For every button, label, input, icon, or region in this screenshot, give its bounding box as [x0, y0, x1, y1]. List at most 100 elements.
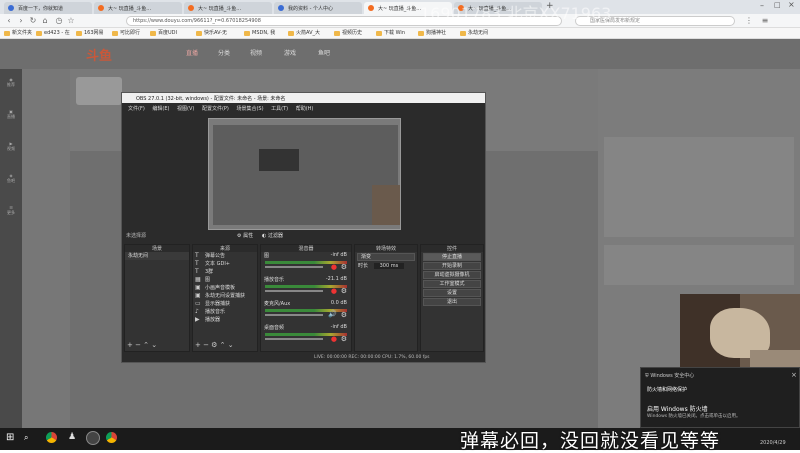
channel-settings-icon[interactable]: ⚙ — [341, 311, 347, 319]
bookmark-item[interactable]: 狗播神社 — [418, 29, 446, 38]
bookmark-item[interactable]: 百度UDI — [150, 29, 177, 38]
close-icon[interactable]: × — [788, 0, 795, 9]
obs-preview[interactable] — [208, 118, 401, 230]
obs-taskbar-icon[interactable] — [86, 431, 100, 445]
filters-button[interactable]: ◐ 过滤器 — [262, 232, 283, 239]
bookmark-item[interactable]: 永劫无间 — [460, 29, 488, 38]
nav-category[interactable]: 分类 — [218, 48, 230, 57]
start-icon[interactable]: ⊞ — [6, 433, 16, 443]
star-icon[interactable]: ☆ — [66, 16, 76, 26]
menu-file[interactable]: 文件(F) — [128, 105, 145, 112]
menu-tools[interactable]: 工具(T) — [271, 105, 288, 112]
qq-icon[interactable]: ♟ — [68, 432, 76, 442]
minimize-icon[interactable]: – — [760, 1, 764, 10]
channel-settings-icon[interactable]: ⚙ — [341, 335, 347, 343]
settings-button[interactable]: 设置 — [423, 289, 481, 297]
extensions-icon[interactable]: ⋮ — [744, 16, 754, 26]
home-icon[interactable]: ⌂ — [40, 16, 50, 26]
source-item[interactable]: T 文本 GDI+ — [193, 260, 257, 268]
stream-watermark: 16901783 北京XX71963 — [420, 4, 612, 23]
bookmark-item[interactable]: ed423 - 在 — [36, 29, 70, 38]
source-item[interactable]: ▦ 图 — [193, 276, 257, 284]
nav-video[interactable]: 视频 — [250, 48, 262, 57]
sidebar-item[interactable]: ◉ 推荐 — [3, 77, 19, 93]
source-controls[interactable]: + − ⚙ ⌃ ⌄ — [195, 341, 234, 349]
transition-duration: 时长 300 ms — [355, 262, 417, 270]
controls-dock: 控件 停止直播 开始录制 启动虚拟摄像机 工作室模式 设置 退出 — [420, 244, 484, 352]
volume-slider[interactable] — [265, 314, 323, 316]
sources-dock-title: 来源 — [193, 245, 257, 252]
start-recording-button[interactable]: 开始录制 — [423, 262, 481, 270]
bookmark-item[interactable]: 163网易 — [76, 29, 104, 38]
reload-icon[interactable]: ↻ — [28, 16, 38, 26]
studio-mode-button[interactable]: 工作室模式 — [423, 280, 481, 288]
bookmark-item[interactable]: 可比即行 — [112, 29, 140, 38]
bookmark-item[interactable]: 视频历史 — [334, 29, 362, 38]
source-item[interactable]: T 弹幕公告 — [193, 252, 257, 260]
menu-scene-collection[interactable]: 场景集合(S) — [236, 105, 263, 112]
forward-icon[interactable]: › — [16, 16, 26, 26]
mute-icon[interactable]: ● — [331, 287, 337, 295]
tab-favicon-icon — [98, 5, 104, 11]
source-item[interactable]: ▣ 永劫无间设置捕获 — [193, 292, 257, 300]
source-item[interactable]: ▶ 播放器 — [193, 316, 257, 324]
stop-streaming-button[interactable]: 停止直播 — [423, 253, 481, 261]
sidebar-item[interactable]: ◈ 鱼吧 — [3, 173, 19, 189]
sidebar-item[interactable]: ▣ 直播 — [3, 109, 19, 125]
mute-icon[interactable]: ● — [331, 263, 337, 271]
menu-profile[interactable]: 配置文件(P) — [202, 105, 229, 112]
menu-help[interactable]: 帮助(H) — [296, 105, 314, 112]
tab-favicon-icon — [278, 5, 284, 11]
sidebar-item[interactable]: ☰ 更多 — [3, 205, 19, 221]
browser-tab[interactable]: 大~ 玩直播_斗鱼... — [94, 2, 182, 14]
menu-icon[interactable]: ≡ — [760, 16, 770, 26]
history-icon[interactable]: ◷ — [54, 16, 64, 26]
scene-controls[interactable]: + − ⌃ ⌄ — [127, 341, 157, 349]
back-icon[interactable]: ‹ — [4, 16, 14, 26]
bookmark-item[interactable]: 火箭AV_大 — [288, 29, 320, 38]
search-icon[interactable]: ⌕ — [24, 433, 28, 443]
source-item[interactable]: ▭ 显示器捕获 — [193, 300, 257, 308]
bookmark-item[interactable]: 新文件夹 — [4, 29, 32, 38]
obs-title-bar: OBS 27.0.1 (32-bit, windows) - 配置文件: 未命名… — [122, 93, 485, 103]
bookmark-item[interactable]: 下载 Win — [376, 29, 405, 38]
mixer-dock: 混音器 图 -inf dB ● ⚙ 播放音乐 -21.1 dB ● ⚙ 麦克风/… — [260, 244, 352, 352]
properties-button[interactable]: ⚙ 属性 — [237, 232, 253, 239]
virtual-camera-button[interactable]: 启动虚拟摄像机 — [423, 271, 481, 279]
nested-screen-capture — [213, 125, 398, 225]
maximize-icon[interactable]: □ — [774, 1, 781, 9]
browser-tab[interactable]: 百度一下，你就知道 — [4, 2, 92, 14]
chrome-icon[interactable] — [46, 432, 57, 443]
source-item[interactable]: ▣ 小画声音模板 — [193, 284, 257, 292]
channel-settings-icon[interactable]: ⚙ — [341, 263, 347, 271]
bookmark-item[interactable]: 快乐AV-无 — [196, 29, 227, 38]
volume-slider[interactable] — [265, 290, 323, 292]
tab-favicon-icon — [188, 5, 194, 11]
menu-edit[interactable]: 编辑(E) — [152, 105, 169, 112]
browser-tab[interactable]: 大~ 玩直播_斗鱼... — [184, 2, 272, 14]
volume-slider[interactable] — [265, 266, 323, 268]
menu-view[interactable]: 视图(V) — [177, 105, 194, 112]
duration-field[interactable]: 300 ms — [373, 263, 405, 269]
source-item[interactable]: T 3群 — [193, 268, 257, 276]
notification-close-icon[interactable]: × — [791, 371, 797, 379]
windows-notification[interactable]: ⛨ Windows 安全中心 × 防火墙和网络保护 启用 Windows 防火墙… — [640, 367, 800, 428]
exit-button[interactable]: 退出 — [423, 298, 481, 306]
mute-icon[interactable]: ● — [331, 335, 337, 343]
channel-settings-icon[interactable]: ⚙ — [341, 287, 347, 295]
volume-slider[interactable] — [265, 338, 323, 340]
site-logo[interactable]: 斗鱼 — [86, 45, 112, 64]
sidebar-item[interactable]: ▶ 视频 — [3, 141, 19, 157]
speaker-icon[interactable]: 🔊 — [328, 310, 337, 318]
source-item[interactable]: ♪ 播放音乐 — [193, 308, 257, 316]
nav-yuba[interactable]: 鱼吧 — [318, 48, 330, 57]
scene-item[interactable]: 永劫无间 — [125, 252, 189, 260]
browser-taskbar-icon[interactable] — [106, 432, 117, 443]
nav-live[interactable]: 直播 — [186, 48, 198, 57]
transition-select[interactable]: 渐变 — [357, 253, 415, 261]
mixer-channel: 图 -inf dB ● ⚙ — [264, 252, 347, 271]
bookmark-item[interactable]: MSDN, 我 — [244, 29, 275, 38]
nav-game[interactable]: 游戏 — [284, 48, 296, 57]
browser-tab[interactable]: 我的资料 - 个人中心 — [274, 2, 362, 14]
notification-title: 启用 Windows 防火墙 — [647, 406, 708, 413]
